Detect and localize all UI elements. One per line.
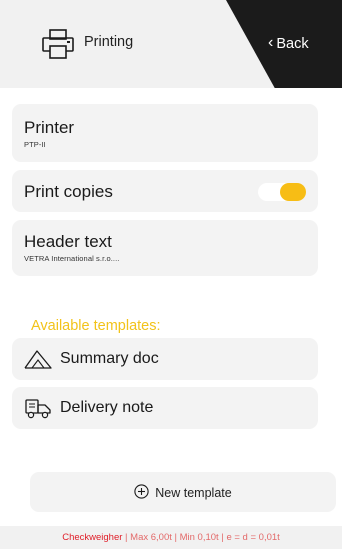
printer-label: Printer	[24, 118, 75, 137]
print-copies-toggle[interactable]	[258, 183, 306, 201]
back-label: Back	[276, 36, 309, 52]
printer-setting[interactable]: Printer PTP-II	[12, 104, 318, 162]
summary-mountain-icon	[24, 347, 52, 371]
footer-specs: | Max 6,00t | Min 0,10t | e = d = 0,01t	[122, 532, 280, 543]
footer-brand: Checkweigher	[62, 532, 123, 543]
page-title: Printing	[84, 34, 134, 50]
new-template-content: New template	[30, 484, 336, 502]
header-bar: Printing ‹ Back	[0, 0, 342, 88]
chevron-left-icon: ‹	[268, 34, 274, 51]
status-footer: Checkweigher | Max 6,00t | Min 0,10t | e…	[0, 526, 342, 549]
template-item[interactable]: Delivery note	[12, 387, 318, 429]
template-label: Delivery note	[60, 399, 154, 416]
header-text-label: Header text	[24, 232, 112, 251]
new-template-button[interactable]: New template	[30, 472, 336, 512]
toggle-knob	[280, 183, 306, 201]
print-copies-label: Print copies	[24, 182, 113, 201]
printer-icon	[40, 27, 76, 61]
print-copies-setting: Print copies	[12, 170, 318, 212]
header-text-setting[interactable]: Header text VETRA International s.r.o...…	[12, 220, 318, 276]
header-text-value: VETRA International s.r.o....	[24, 254, 120, 263]
template-label: Summary doc	[60, 350, 159, 367]
delivery-truck-icon	[24, 396, 52, 420]
printer-value: PTP-II	[24, 140, 46, 149]
template-item[interactable]: Summary doc	[12, 338, 318, 380]
new-template-label: New template	[155, 486, 232, 500]
back-label-group[interactable]: ‹ Back	[268, 34, 309, 53]
plus-circle-icon	[134, 484, 149, 502]
templates-section-title: Available templates:	[31, 318, 161, 334]
